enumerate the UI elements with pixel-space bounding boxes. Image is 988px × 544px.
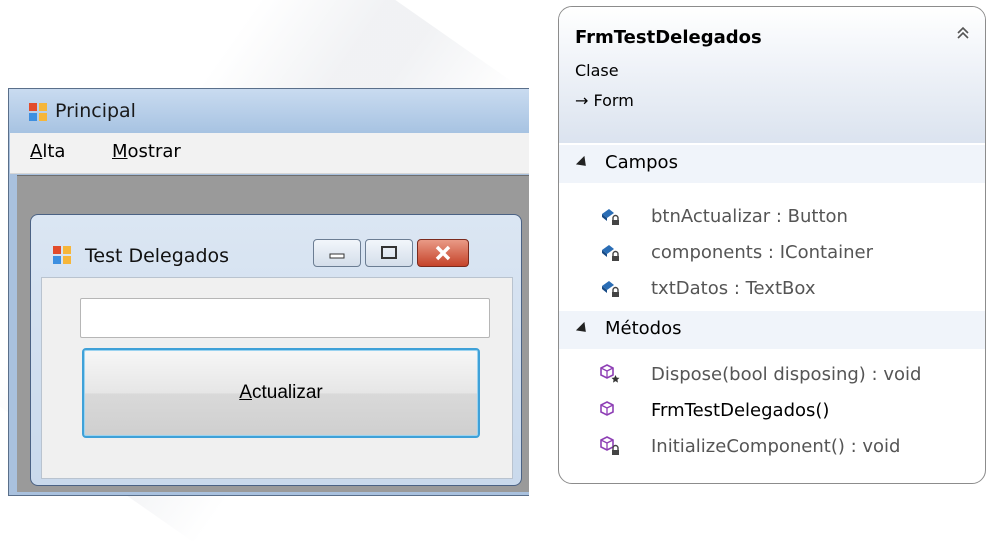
member-row[interactable]: Dispose(bool disposing) : void [559, 357, 985, 393]
private-field-icon [602, 245, 619, 261]
app-icon [29, 103, 47, 121]
app-icon [53, 246, 71, 264]
maximize-button[interactable] [365, 239, 413, 267]
member-row[interactable]: txtDatos : TextBox [559, 271, 985, 307]
button-label: ctualizar [251, 382, 323, 403]
menu-mnemonic: A [30, 141, 43, 162]
close-icon [435, 245, 451, 261]
class-stereotype: Clase [575, 61, 619, 80]
collapse-chevron-icon[interactable] [955, 25, 971, 45]
member-row[interactable]: InitializeComponent() : void [559, 429, 985, 465]
section-metodos[interactable]: Métodos [559, 311, 985, 349]
section-label: Métodos [605, 318, 682, 339]
member-label: btnActualizar : Button [651, 206, 848, 227]
expand-triangle-icon [575, 321, 591, 337]
minimize-icon [329, 253, 345, 259]
section-campos[interactable]: Campos [559, 145, 985, 183]
class-header: FrmTestDelegados Clase → Form [559, 7, 985, 143]
protected-method-icon [600, 364, 620, 383]
test-delegados-dialog: Test Delegados Actualizar [30, 214, 522, 486]
member-row[interactable]: components : IContainer [559, 235, 985, 271]
menu-mnemonic: M [112, 141, 128, 162]
menu-item-mostrar[interactable]: Mostrar [112, 141, 181, 162]
member-label: Dispose(bool disposing) : void [651, 364, 922, 385]
actualizar-button[interactable]: Actualizar [82, 348, 480, 438]
datos-textbox[interactable] [80, 298, 490, 338]
button-mnemonic: A [239, 382, 252, 403]
class-name: FrmTestDelegados [575, 27, 762, 48]
expand-triangle-icon [575, 155, 591, 171]
member-row[interactable]: FrmTestDelegados() [559, 393, 985, 429]
menu-label: lta [42, 141, 66, 162]
public-method-icon [600, 401, 614, 416]
dialog-client-area: Actualizar [41, 277, 513, 479]
class-base-type: → Form [575, 91, 634, 110]
minimize-button[interactable] [313, 239, 361, 267]
class-diagram-shape[interactable]: FrmTestDelegados Clase → Form Campos btn… [558, 6, 986, 484]
menu-item-alta[interactable]: Alta [30, 141, 65, 162]
principal-title: Principal [55, 100, 136, 122]
maximize-icon [381, 246, 397, 259]
member-label: components : IContainer [651, 242, 873, 263]
menu-label: ostrar [127, 141, 181, 162]
private-method-icon [600, 436, 619, 455]
private-field-icon [602, 281, 619, 297]
section-label: Campos [605, 152, 678, 173]
private-field-icon [602, 209, 619, 225]
member-label: txtDatos : TextBox [651, 278, 816, 299]
dialog-title: Test Delegados [85, 245, 230, 267]
member-row[interactable]: btnActualizar : Button [559, 199, 985, 235]
member-label: InitializeComponent() : void [651, 436, 901, 457]
principal-title-bar[interactable]: Principal [9, 89, 529, 133]
member-label: FrmTestDelegados() [651, 400, 830, 421]
close-button[interactable] [417, 239, 469, 267]
menu-bar: Alta Mostrar [10, 133, 529, 174]
